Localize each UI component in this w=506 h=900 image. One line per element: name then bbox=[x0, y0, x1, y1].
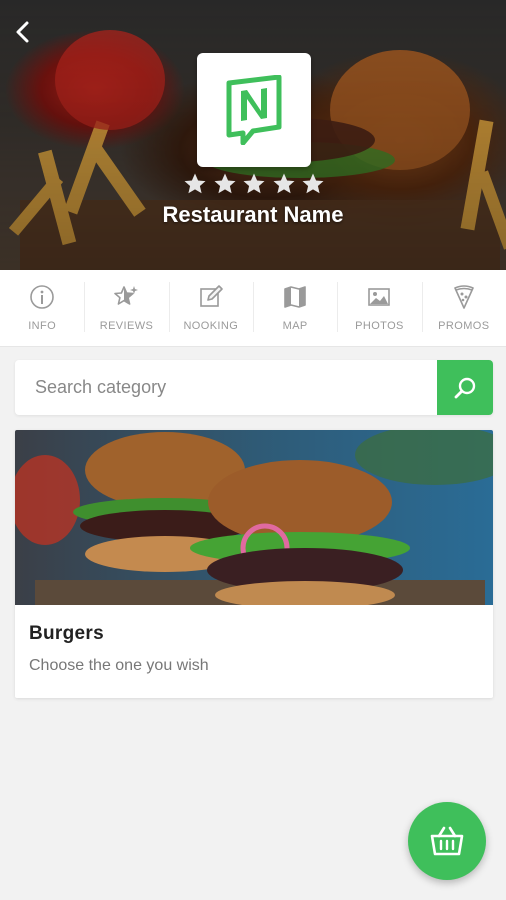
restaurant-name: Restaurant Name bbox=[162, 202, 344, 227]
search-icon bbox=[454, 377, 476, 398]
rating-stars bbox=[183, 172, 325, 198]
basket-button[interactable] bbox=[408, 802, 486, 880]
info-icon bbox=[30, 285, 54, 309]
restaurant-tab-bar: INFO REVIEWS NOOKING MAP PHOTOS PROMOS bbox=[0, 270, 506, 347]
search-input[interactable] bbox=[15, 360, 437, 415]
n-location-logo bbox=[226, 75, 282, 145]
tab-label: INFO bbox=[28, 320, 57, 332]
star-icon bbox=[214, 173, 235, 194]
tab-photos[interactable]: PHOTOS bbox=[337, 270, 421, 346]
pizza-icon bbox=[453, 285, 474, 309]
chevron-left-icon bbox=[16, 21, 29, 43]
photo-icon bbox=[368, 288, 391, 306]
category-subtitle: Choose the one you wish bbox=[29, 657, 209, 674]
category-card-burgers[interactable]: Burgers Choose the one you wish bbox=[15, 430, 493, 698]
tab-promos[interactable]: PROMOS bbox=[421, 270, 506, 346]
tab-label: REVIEWS bbox=[99, 320, 154, 332]
burger-category-image bbox=[15, 430, 493, 605]
restaurant-hero-image: Restaurant Name bbox=[0, 0, 506, 270]
tab-label: NOOKING bbox=[183, 320, 239, 332]
star-icon bbox=[273, 173, 294, 194]
star-sparkle-icon bbox=[114, 286, 139, 305]
tab-label: PHOTOS bbox=[355, 320, 404, 332]
tab-info[interactable]: INFO bbox=[0, 270, 84, 346]
star-icon bbox=[243, 173, 265, 194]
tab-map[interactable]: MAP bbox=[252, 270, 337, 346]
basket-icon bbox=[430, 826, 464, 856]
category-title: Burgers bbox=[29, 623, 104, 644]
star-icon bbox=[184, 173, 206, 194]
tab-reviews[interactable]: REVIEWS bbox=[84, 270, 168, 346]
restaurant-logo bbox=[197, 53, 311, 167]
tab-label: MAP bbox=[282, 320, 308, 332]
category-search-bar bbox=[15, 360, 493, 415]
back-button[interactable] bbox=[10, 18, 38, 46]
star-icon bbox=[302, 173, 324, 194]
edit-icon bbox=[200, 285, 223, 307]
tab-label: PROMOS bbox=[438, 320, 490, 332]
tab-nooking[interactable]: NOOKING bbox=[168, 270, 253, 346]
map-icon bbox=[284, 286, 306, 308]
search-button[interactable] bbox=[437, 360, 493, 415]
